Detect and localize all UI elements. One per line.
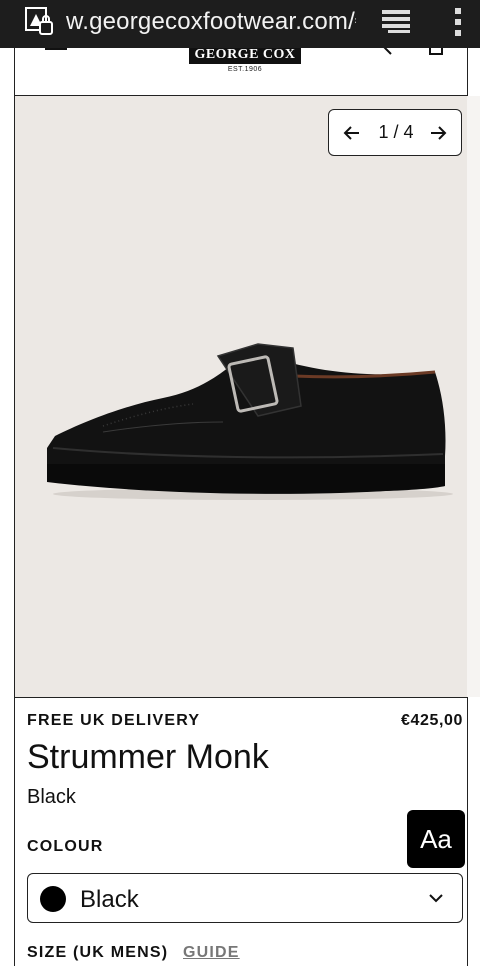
colour-swatch — [40, 886, 66, 912]
hamburger-menu-icon[interactable] — [45, 48, 67, 52]
bag-icon[interactable] — [427, 48, 445, 56]
colour-select-value: Black — [80, 886, 139, 913]
kebab-menu-icon[interactable] — [452, 6, 464, 38]
colour-label: COLOUR — [27, 838, 104, 855]
browser-bar: w.georgecoxfootwear.com/€ — [0, 0, 480, 48]
product-title: Strummer Monk — [27, 738, 269, 776]
next-image-peek — [467, 96, 480, 697]
brand-logo[interactable]: GEORGE COX — [189, 48, 301, 64]
arrow-left-icon[interactable] — [343, 124, 361, 142]
arrow-right-icon[interactable] — [429, 124, 447, 142]
site-header: GEORGE COX EST.1906 — [14, 48, 468, 96]
url-bar[interactable]: w.georgecoxfootwear.com/€ — [66, 8, 356, 36]
product-variant: Black — [27, 786, 76, 808]
size-label: SIZE (UK MENS) — [27, 944, 169, 961]
product-image — [46, 343, 453, 500]
colour-select[interactable]: Black — [27, 873, 463, 923]
delivery-note: FREE UK DELIVERY — [27, 712, 201, 729]
site-security-icon[interactable] — [24, 6, 56, 38]
gallery-counter: 1 / 4 — [378, 122, 414, 142]
search-icon[interactable] — [381, 48, 397, 56]
product-info: FREE UK DELIVERY €425,00 Strummer Monk B… — [14, 697, 468, 966]
chevron-down-icon — [429, 894, 443, 903]
product-price: €425,00 — [400, 712, 463, 729]
text-size-button[interactable]: Aa — [407, 810, 465, 868]
product-image-gallery[interactable] — [14, 96, 468, 697]
size-guide-link[interactable]: GUIDE — [183, 944, 240, 962]
gallery-pager: 1 / 4 — [328, 109, 462, 156]
tabs-icon[interactable] — [380, 8, 412, 34]
brand-established: EST.1906 — [227, 66, 263, 73]
